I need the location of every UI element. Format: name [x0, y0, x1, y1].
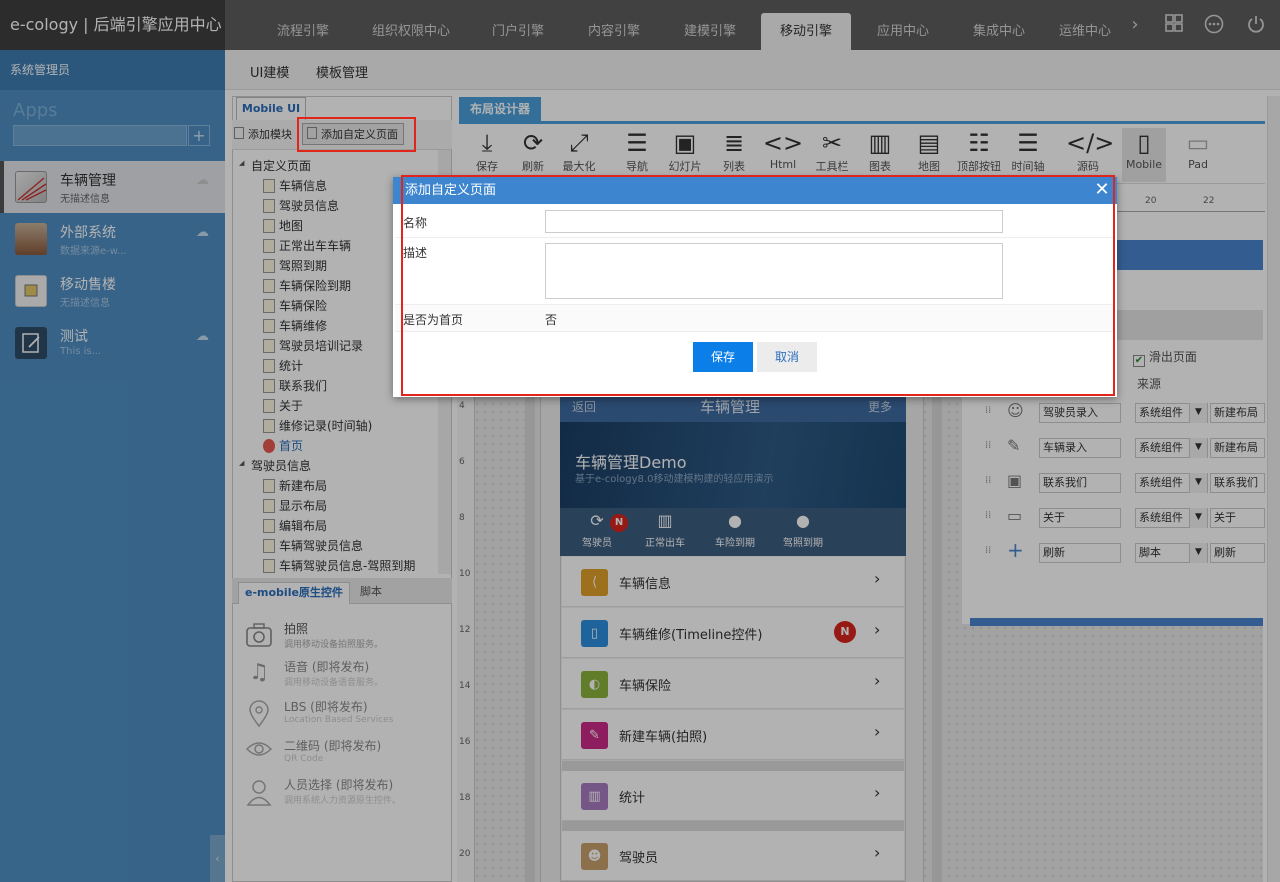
highlight-add-custom-page — [297, 117, 416, 152]
modal-overlay — [0, 0, 1280, 882]
highlight-dialog — [401, 175, 1115, 396]
